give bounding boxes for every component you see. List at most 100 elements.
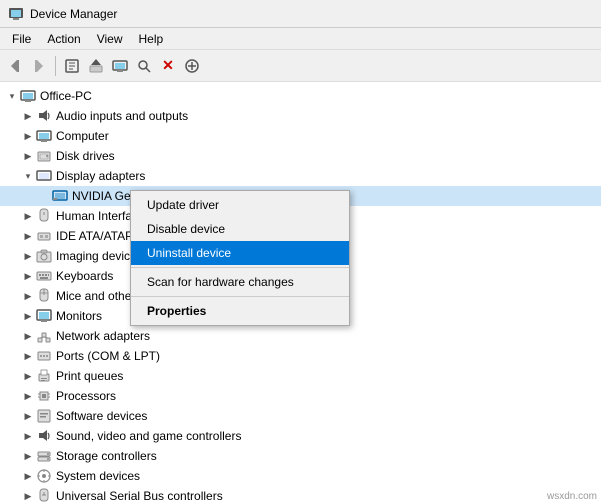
- title-bar: Device Manager: [0, 0, 601, 28]
- software-icon: [36, 408, 52, 424]
- ide-expand: ▶: [20, 228, 36, 244]
- app-icon: [8, 6, 24, 22]
- watermark: wsxdn.com: [547, 491, 597, 502]
- hid-expand: ▶: [20, 208, 36, 224]
- monitors-icon: [36, 308, 52, 324]
- menu-file[interactable]: File: [4, 30, 39, 48]
- ports-expand: ▶: [20, 348, 36, 364]
- menu-action[interactable]: Action: [39, 30, 88, 48]
- usb-expand: ▶: [20, 488, 36, 504]
- tree-disk[interactable]: ▶ Disk drives: [0, 146, 601, 166]
- audio-expand: ▶: [20, 108, 36, 124]
- audio-label: Audio inputs and outputs: [56, 109, 188, 123]
- sound-label: Sound, video and game controllers: [56, 429, 241, 443]
- tree-sound[interactable]: ▶ Sound, video and game controllers: [0, 426, 601, 446]
- system-icon: [36, 468, 52, 484]
- network-expand: ▶: [20, 328, 36, 344]
- disk-icon: [36, 148, 52, 164]
- keyboard-label: Keyboards: [56, 269, 113, 283]
- title-bar-text: Device Manager: [30, 7, 117, 21]
- tree-root[interactable]: ▾ Office-PC: [0, 86, 601, 106]
- nvidia-icon: [52, 188, 68, 204]
- toolbar-forward[interactable]: [28, 55, 50, 77]
- print-label: Print queues: [56, 369, 123, 383]
- sound-icon: [36, 428, 52, 444]
- toolbar: ✕: [0, 50, 601, 82]
- toolbar-back[interactable]: [4, 55, 26, 77]
- tree-computer[interactable]: ▶ Computer: [0, 126, 601, 146]
- network-icon: [36, 328, 52, 344]
- mice-expand: ▶: [20, 288, 36, 304]
- toolbar-properties-btn[interactable]: [61, 55, 83, 77]
- menu-bar: File Action View Help: [0, 28, 601, 50]
- processors-icon: [36, 388, 52, 404]
- ide-icon: [36, 228, 52, 244]
- system-label: System devices: [56, 469, 140, 483]
- context-uninstall-device[interactable]: Uninstall device: [131, 241, 349, 265]
- context-disable-device[interactable]: Disable device: [131, 217, 349, 241]
- usb-icon: [36, 488, 52, 504]
- root-expand-icon: ▾: [4, 88, 20, 104]
- toolbar-sep1: [55, 56, 56, 76]
- context-update-driver[interactable]: Update driver: [131, 193, 349, 217]
- context-menu: Update driver Disable device Uninstall d…: [130, 190, 350, 326]
- toolbar-devices[interactable]: [109, 55, 131, 77]
- audio-icon: [36, 108, 52, 124]
- storage-expand: ▶: [20, 448, 36, 464]
- display-icon: [36, 168, 52, 184]
- network-label: Network adapters: [56, 329, 150, 343]
- computer-label: Computer: [56, 129, 109, 143]
- tree-display[interactable]: ▾ Display adapters: [0, 166, 601, 186]
- root-icon: [20, 88, 36, 104]
- main-area: ▾ Office-PC ▶ Audio inputs and outputs ▶…: [0, 82, 601, 504]
- monitors-label: Monitors: [56, 309, 102, 323]
- system-expand: ▶: [20, 468, 36, 484]
- display-expand: ▾: [20, 168, 36, 184]
- tree-storage[interactable]: ▶ Storage controllers: [0, 446, 601, 466]
- software-label: Software devices: [56, 409, 147, 423]
- print-icon: [36, 368, 52, 384]
- disk-label: Disk drives: [56, 149, 115, 163]
- toolbar-update-driver[interactable]: [85, 55, 107, 77]
- tree-audio[interactable]: ▶ Audio inputs and outputs: [0, 106, 601, 126]
- hid-icon: [36, 208, 52, 224]
- processors-label: Processors: [56, 389, 116, 403]
- tree-processors[interactable]: ▶ Processors: [0, 386, 601, 406]
- disk-expand: ▶: [20, 148, 36, 164]
- computer-icon: [36, 128, 52, 144]
- storage-label: Storage controllers: [56, 449, 157, 463]
- context-scan-changes[interactable]: Scan for hardware changes: [131, 270, 349, 294]
- software-expand: ▶: [20, 408, 36, 424]
- tree-network[interactable]: ▶ Network adapters: [0, 326, 601, 346]
- ports-icon: [36, 348, 52, 364]
- processors-expand: ▶: [20, 388, 36, 404]
- root-label: Office-PC: [40, 89, 92, 103]
- storage-icon: [36, 448, 52, 464]
- keyboard-expand: ▶: [20, 268, 36, 284]
- tree-print[interactable]: ▶ Print queues: [0, 366, 601, 386]
- imaging-expand: ▶: [20, 248, 36, 264]
- tree-system[interactable]: ▶ System devices: [0, 466, 601, 486]
- context-sep1: [131, 267, 349, 268]
- display-label: Display adapters: [56, 169, 145, 183]
- toolbar-add[interactable]: [181, 55, 203, 77]
- menu-help[interactable]: Help: [131, 30, 172, 48]
- toolbar-remove[interactable]: ✕: [157, 55, 179, 77]
- mice-icon: [36, 288, 52, 304]
- ports-label: Ports (COM & LPT): [56, 349, 160, 363]
- keyboard-icon: [36, 268, 52, 284]
- usb-label: Universal Serial Bus controllers: [56, 489, 223, 503]
- tree-ports[interactable]: ▶ Ports (COM & LPT): [0, 346, 601, 366]
- menu-view[interactable]: View: [89, 30, 131, 48]
- tree-software[interactable]: ▶ Software devices: [0, 406, 601, 426]
- nvidia-expand: [36, 188, 52, 204]
- monitors-expand: ▶: [20, 308, 36, 324]
- sound-expand: ▶: [20, 428, 36, 444]
- imaging-icon: [36, 248, 52, 264]
- context-properties[interactable]: Properties: [131, 299, 349, 323]
- computer-expand: ▶: [20, 128, 36, 144]
- print-expand: ▶: [20, 368, 36, 384]
- tree-usb[interactable]: ▶ Universal Serial Bus controllers: [0, 486, 601, 504]
- context-sep2: [131, 296, 349, 297]
- toolbar-scan[interactable]: [133, 55, 155, 77]
